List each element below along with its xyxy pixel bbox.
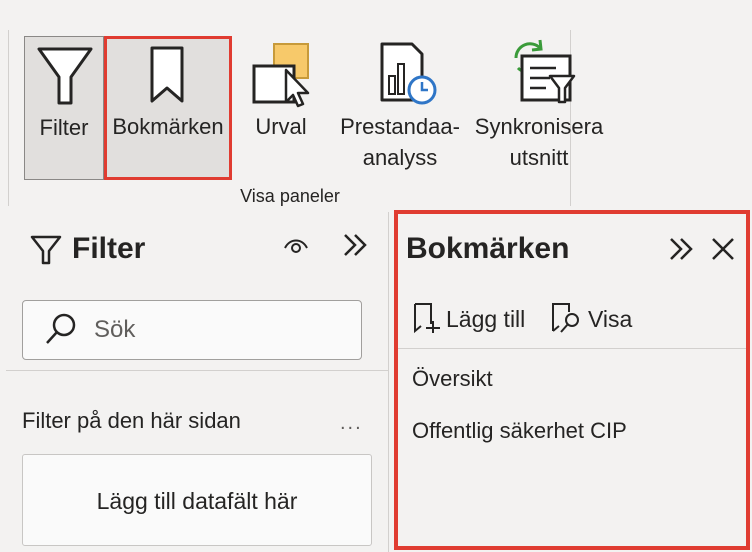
ribbon-divider [8,30,9,206]
performance-analyzer-icon [380,42,437,105]
search-icon [46,313,76,344]
view-bookmark-icon [552,303,579,333]
selection-button-label: Urval [255,114,307,139]
add-bookmark-icon [414,303,440,334]
ribbon-group-label: Visa paneler [240,186,340,206]
performance-button-label-2: analyss [362,145,438,170]
selection-icon [252,43,310,108]
divider [398,348,746,349]
bookmark-item[interactable]: Översikt [412,366,493,392]
filter-icon [37,47,93,105]
performance-analyzer-button[interactable]: Prestandaa- analyss [332,36,468,180]
sync-button-label-2: utsnitt [509,145,569,170]
add-bookmark-label: Lägg till [446,306,526,332]
sync-slicers-button[interactable]: Synkronisera utsnitt [468,36,610,180]
filter-pane-button[interactable]: Filter [24,36,104,180]
filter-pane-icon [30,235,62,265]
collapse-chevrons-icon[interactable] [668,236,696,262]
add-bookmark-button[interactable]: Lägg till [406,298,534,338]
performance-button-label-1: Prestandaa- [340,114,460,139]
bookmarks-button-label: Bokmärken [112,114,224,139]
bookmark-icon [150,46,184,103]
selection-pane-button[interactable]: Urval [236,36,326,180]
sync-slicers-icon [514,39,576,104]
divider [6,370,388,371]
pane-divider [388,212,389,552]
search-placeholder: Sök [94,316,136,343]
more-options-button[interactable]: ... [340,412,363,435]
view-bookmarks-label: Visa [588,306,633,332]
collapse-chevrons-icon[interactable] [342,232,370,258]
add-data-field-label: Lägg till datafält här [96,488,298,514]
filter-button-label: Filter [39,115,89,140]
filter-section-title: Filter på den här sidan [22,408,241,433]
close-icon[interactable] [710,236,736,262]
bookmarks-pane-button[interactable]: Bokmärken [104,36,232,180]
visibility-eye-icon[interactable] [282,234,310,256]
bookmark-item[interactable]: Offentlig säkerhet CIP [412,418,627,444]
view-bookmarks-button[interactable]: Visa [546,298,636,338]
sync-button-label-1: Synkronisera [474,114,604,139]
filter-pane-title: Filter [72,232,146,265]
bookmarks-pane-title: Bokmärken [406,232,570,265]
